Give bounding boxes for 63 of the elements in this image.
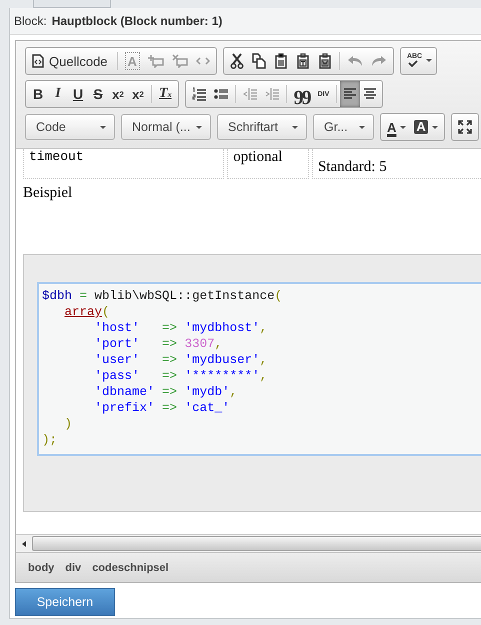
scrollbar-thumb[interactable] [32, 536, 481, 551]
clipboard-icon [296, 53, 310, 69]
code-line: 'prefix' => 'cat_' [94, 400, 231, 416]
copy-icon [252, 53, 266, 69]
outdent-icon [242, 87, 257, 101]
strikethrough-button[interactable]: S [88, 83, 108, 105]
block-label: Block: [14, 14, 47, 28]
background-color-button[interactable]: A [410, 116, 442, 138]
blockquote-button[interactable]: 99 [290, 83, 314, 105]
table-cell: Standard: 5 [312, 149, 481, 179]
paragraph: Beispiel [23, 185, 74, 202]
scissors-icon [230, 53, 244, 69]
caret-icon [292, 126, 298, 128]
bold-button[interactable]: B [28, 83, 48, 105]
maximize-icon [458, 120, 472, 134]
path-link[interactable]: codeschnipsel [92, 562, 169, 574]
add-comment-icon [148, 54, 164, 68]
document-button[interactable]: Quellcode [28, 50, 114, 72]
code-line: 'port' => 3307, [94, 336, 224, 352]
code-line: 'dbname' => 'mydb', [94, 384, 238, 400]
dropdown[interactable]: Code [25, 114, 115, 140]
caret-icon [100, 126, 106, 128]
bulleted-list-icon [214, 87, 228, 101]
caret-icon [196, 126, 202, 128]
align-left-icon [344, 88, 356, 100]
table-cell: timeout [23, 149, 224, 179]
redo-arrow-icon [370, 55, 387, 67]
indent-icon [264, 87, 279, 101]
save-button[interactable]: Speichern [15, 588, 115, 616]
code-line: ); [42, 432, 58, 448]
align-left-button[interactable] [340, 81, 360, 107]
code-line: 'pass' => '********', [94, 368, 268, 384]
table-cell: optional [227, 149, 309, 179]
undo-arrow-icon [346, 55, 363, 67]
clipboard-icon [318, 53, 332, 69]
text-color-button[interactable]: A [383, 116, 410, 138]
dropdown[interactable]: Schriftart [217, 114, 307, 140]
underline-button[interactable]: U [68, 83, 88, 105]
caret-icon [359, 126, 365, 128]
script-button[interactable]: x$^{2}$ [128, 83, 148, 105]
horizontal-scrollbar[interactable] [16, 534, 481, 552]
dropdown[interactable]: Gr... [313, 114, 374, 140]
code-line: ) [64, 416, 74, 432]
clipboard-icon [274, 53, 288, 69]
caret-icon [400, 126, 406, 128]
path-link[interactable]: body [28, 562, 54, 574]
document-icon [32, 54, 44, 68]
code-line: $dbh = wblib\wbSQL::getInstance( [42, 288, 284, 304]
numbered-list-icon [192, 87, 206, 101]
code-line: 'user' => 'mydbuser', [94, 352, 268, 368]
remove-comment-icon [172, 54, 188, 68]
align-center-icon [364, 88, 376, 100]
block-title: Hauptblock (Block number: 1) [52, 14, 222, 28]
code-line: 'host' => 'mydbhost', [94, 320, 268, 336]
scroll-left-icon[interactable] [22, 540, 26, 546]
code-icon [196, 56, 210, 66]
caret-icon [426, 59, 432, 62]
italic-button[interactable]: I [48, 83, 68, 105]
path-link[interactable]: div [65, 562, 82, 574]
dropdown[interactable]: Normal (... [121, 114, 211, 140]
check-icon [408, 60, 418, 67]
code-line: array( [64, 304, 111, 320]
caret-icon [432, 126, 438, 128]
